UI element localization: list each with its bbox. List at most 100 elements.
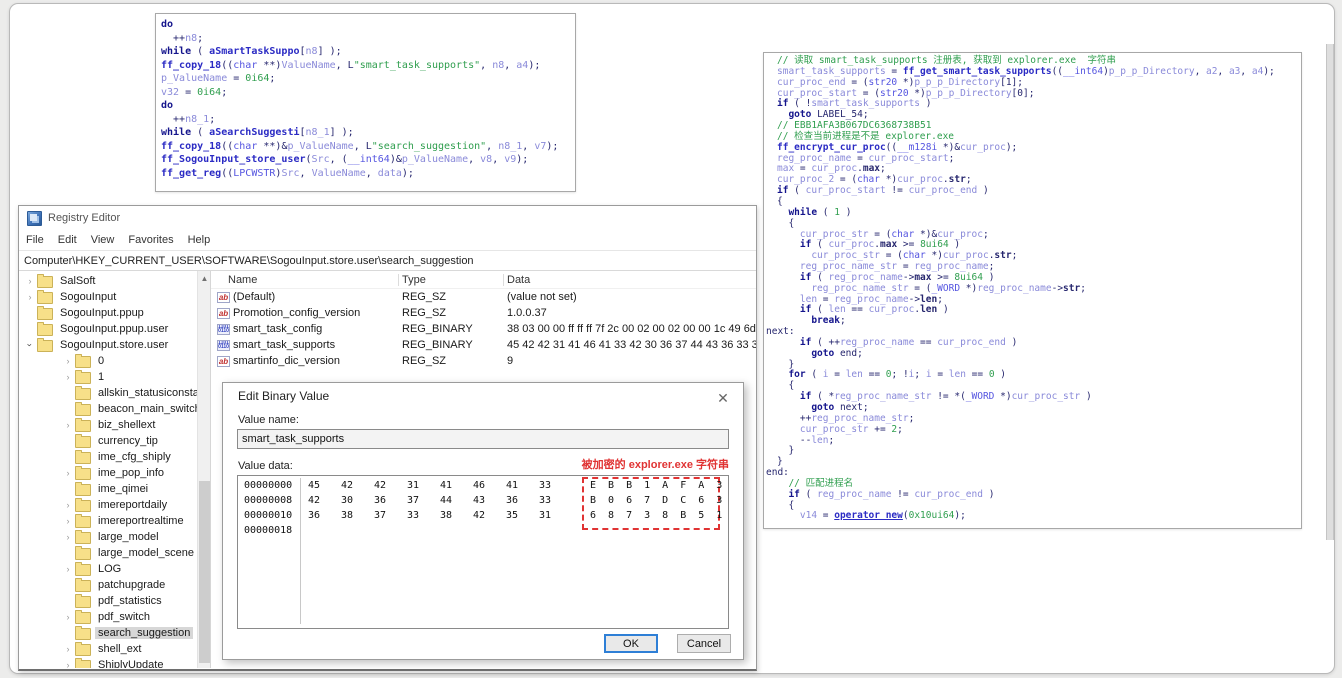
value-name-input[interactable]: smart_task_supports — [237, 429, 729, 449]
folder-icon — [75, 449, 91, 464]
code-line: } — [777, 456, 783, 468]
menu-file[interactable]: File — [19, 234, 51, 246]
hex-byte: 36 — [308, 510, 321, 521]
chevron-right-icon[interactable]: › — [63, 660, 73, 668]
tree-item-SogouInput[interactable]: › SogouInput — [19, 289, 197, 305]
chevron-right-icon[interactable]: › — [63, 372, 73, 382]
chevron-right-icon[interactable]: › — [63, 516, 73, 526]
code-line: ff_SogouInput_store_user(Src, (__int64)&… — [161, 154, 529, 165]
tree-item-allskin_statusiconstatistics[interactable]: allskin_statusiconstatistics — [19, 385, 197, 401]
tree-item-pdf_statistics[interactable]: pdf_statistics — [19, 593, 197, 609]
tree-item-label: imereportrealtime — [98, 515, 184, 527]
menu-view[interactable]: View — [84, 234, 122, 246]
folder-icon — [75, 577, 91, 592]
menu-favorites[interactable]: Favorites — [121, 234, 180, 246]
hex-byte: 33 — [539, 480, 552, 491]
tree-item-currency_tip[interactable]: currency_tip — [19, 433, 197, 449]
value-type: REG_SZ — [402, 307, 447, 319]
hex-row: 00000010 36 38 37 33 38 42 35 31 6 8 7 3 8 B 5 1 — [238, 508, 728, 523]
folder-icon — [37, 337, 53, 352]
tree-item-SogouInput.ppup[interactable]: SogouInput.ppup — [19, 305, 197, 321]
tree-item-SogouInput.store.user[interactable]: › SogouInput.store.user — [19, 337, 197, 353]
code-line: while ( 1 ) — [788, 206, 852, 218]
tree-item-0[interactable]: › 0 — [19, 353, 197, 369]
hex-byte: 42 — [473, 510, 486, 521]
folder-icon — [37, 321, 53, 336]
hex-row: 00000008 42 30 36 37 44 43 36 33 B 0 6 7 D C 6 3 — [238, 493, 728, 508]
folder-icon — [75, 497, 91, 512]
tree-item-label: 1 — [98, 371, 105, 383]
tree-item-ShiplyUpdate[interactable]: › ShiplyUpdate — [19, 657, 197, 668]
address-bar[interactable]: Computer\HKEY_CURRENT_USER\SOFTWARE\Sogo… — [19, 251, 756, 271]
scrollbar-thumb[interactable] — [199, 481, 210, 663]
folder-icon — [75, 561, 91, 576]
cancel-button[interactable]: Cancel — [677, 634, 731, 653]
column-header-type[interactable]: Type — [399, 273, 504, 286]
tree-item-label: SogouInput — [60, 291, 117, 303]
tree-item-patchupgrade[interactable]: patchupgrade — [19, 577, 197, 593]
tree-item-SogouInput.ppup.user[interactable]: SogouInput.ppup.user — [19, 321, 197, 337]
close-icon[interactable]: ✕ — [713, 389, 733, 407]
chevron-right-icon[interactable]: › — [63, 644, 73, 654]
tree-item-beacon_main_switch[interactable]: beacon_main_switch — [19, 401, 197, 417]
pseudocode-panel-right: // 读取 smart_task_supports 注册表, 获取到 explo… — [763, 52, 1302, 529]
registry-editor-icon — [27, 210, 42, 226]
hex-address: 00000000 — [244, 480, 293, 491]
chevron-right-icon[interactable]: › — [25, 292, 35, 302]
registry-value-row[interactable]: ab Promotion_config_version REG_SZ 1.0.0.37 — [211, 305, 756, 321]
hex-byte: 36 — [374, 495, 387, 506]
tree-item-label: SalSoft — [60, 275, 96, 287]
tree-item-pdf_switch[interactable]: › pdf_switch — [19, 609, 197, 625]
tree-item-imereportrealtime[interactable]: › imereportrealtime — [19, 513, 197, 529]
registry-value-row[interactable]: 1101 0110 smart_task_supports REG_BINARY 45 … — [211, 337, 756, 353]
folder-icon — [37, 289, 53, 304]
value-name: Promotion_config_version — [233, 307, 361, 319]
code-line: do — [161, 19, 174, 30]
tree-item-label: ime_qimei — [98, 483, 149, 495]
tree-item-label: ShiplyUpdate — [98, 659, 164, 668]
tree-item-SalSoft[interactable]: › SalSoft — [19, 273, 197, 289]
tree-item-LOG[interactable]: › LOG — [19, 561, 197, 577]
tree-item-label: search_suggestion — [95, 627, 194, 639]
ok-button[interactable]: OK — [604, 634, 658, 653]
hex-byte: 43 — [473, 495, 486, 506]
chevron-right-icon[interactable]: › — [25, 276, 35, 286]
tree-item-label: patchupgrade — [98, 579, 166, 591]
column-header-data[interactable]: Data — [504, 274, 756, 286]
chevron-right-icon[interactable]: › — [63, 564, 73, 574]
code-line: ++n8; — [161, 32, 204, 44]
column-header-name[interactable]: Name — [211, 273, 399, 286]
chevron-right-icon[interactable]: › — [63, 612, 73, 622]
outer-scrollbar[interactable] — [1326, 44, 1334, 540]
value-data-row: Value data: 被加密的 explorer.exe 字符串 — [238, 456, 729, 472]
tree-item-shell_ext[interactable]: › shell_ext — [19, 641, 197, 657]
chevron-right-icon[interactable]: › — [63, 500, 73, 510]
tree-item-ime_cfg_shiply[interactable]: ime_cfg_shiply — [19, 449, 197, 465]
chevron-right-icon[interactable]: › — [63, 468, 73, 478]
menu-edit[interactable]: Edit — [51, 234, 84, 246]
hex-byte: 45 — [308, 480, 321, 491]
tree-item-ime_pop_info[interactable]: › ime_pop_info — [19, 465, 197, 481]
tree-item-large_model[interactable]: › large_model — [19, 529, 197, 545]
registry-value-row[interactable]: 1101 0110 smart_task_config REG_BINARY 38 03… — [211, 321, 756, 337]
tree-item-biz_shellext[interactable]: › biz_shellext — [19, 417, 197, 433]
code-line: while ( aSmartTaskSuppo[n8] ); — [161, 46, 342, 57]
registry-value-row[interactable]: ab (Default) REG_SZ (value not set) — [211, 289, 756, 305]
tree-scrollbar[interactable]: ▲ — [197, 271, 211, 668]
chevron-down-icon[interactable]: › — [25, 340, 35, 350]
tree-item-ime_qimei[interactable]: ime_qimei — [19, 481, 197, 497]
chevron-right-icon[interactable]: › — [63, 356, 73, 366]
chevron-right-icon[interactable]: › — [63, 532, 73, 542]
registry-value-row[interactable]: ab smartinfo_dic_version REG_SZ 9 — [211, 353, 756, 369]
tree-item-label: LOG — [98, 563, 122, 575]
menu-help[interactable]: Help — [181, 234, 218, 246]
title-bar[interactable]: Registry Editor — [19, 206, 756, 230]
tree-item-imereportdaily[interactable]: › imereportdaily — [19, 497, 197, 513]
tree-item-large_model_scene[interactable]: large_model_scene — [19, 545, 197, 561]
hex-byte: 38 — [440, 510, 453, 521]
tree-item-search_suggestion[interactable]: search_suggestion — [19, 625, 197, 641]
chevron-right-icon[interactable]: › — [63, 420, 73, 430]
hex-editor[interactable]: 00000000 45 42 42 31 41 46 41 33 E B B 1 A F A 30… — [237, 475, 729, 629]
reg-sz-icon: ab — [217, 307, 230, 319]
tree-item-1[interactable]: › 1 — [19, 369, 197, 385]
